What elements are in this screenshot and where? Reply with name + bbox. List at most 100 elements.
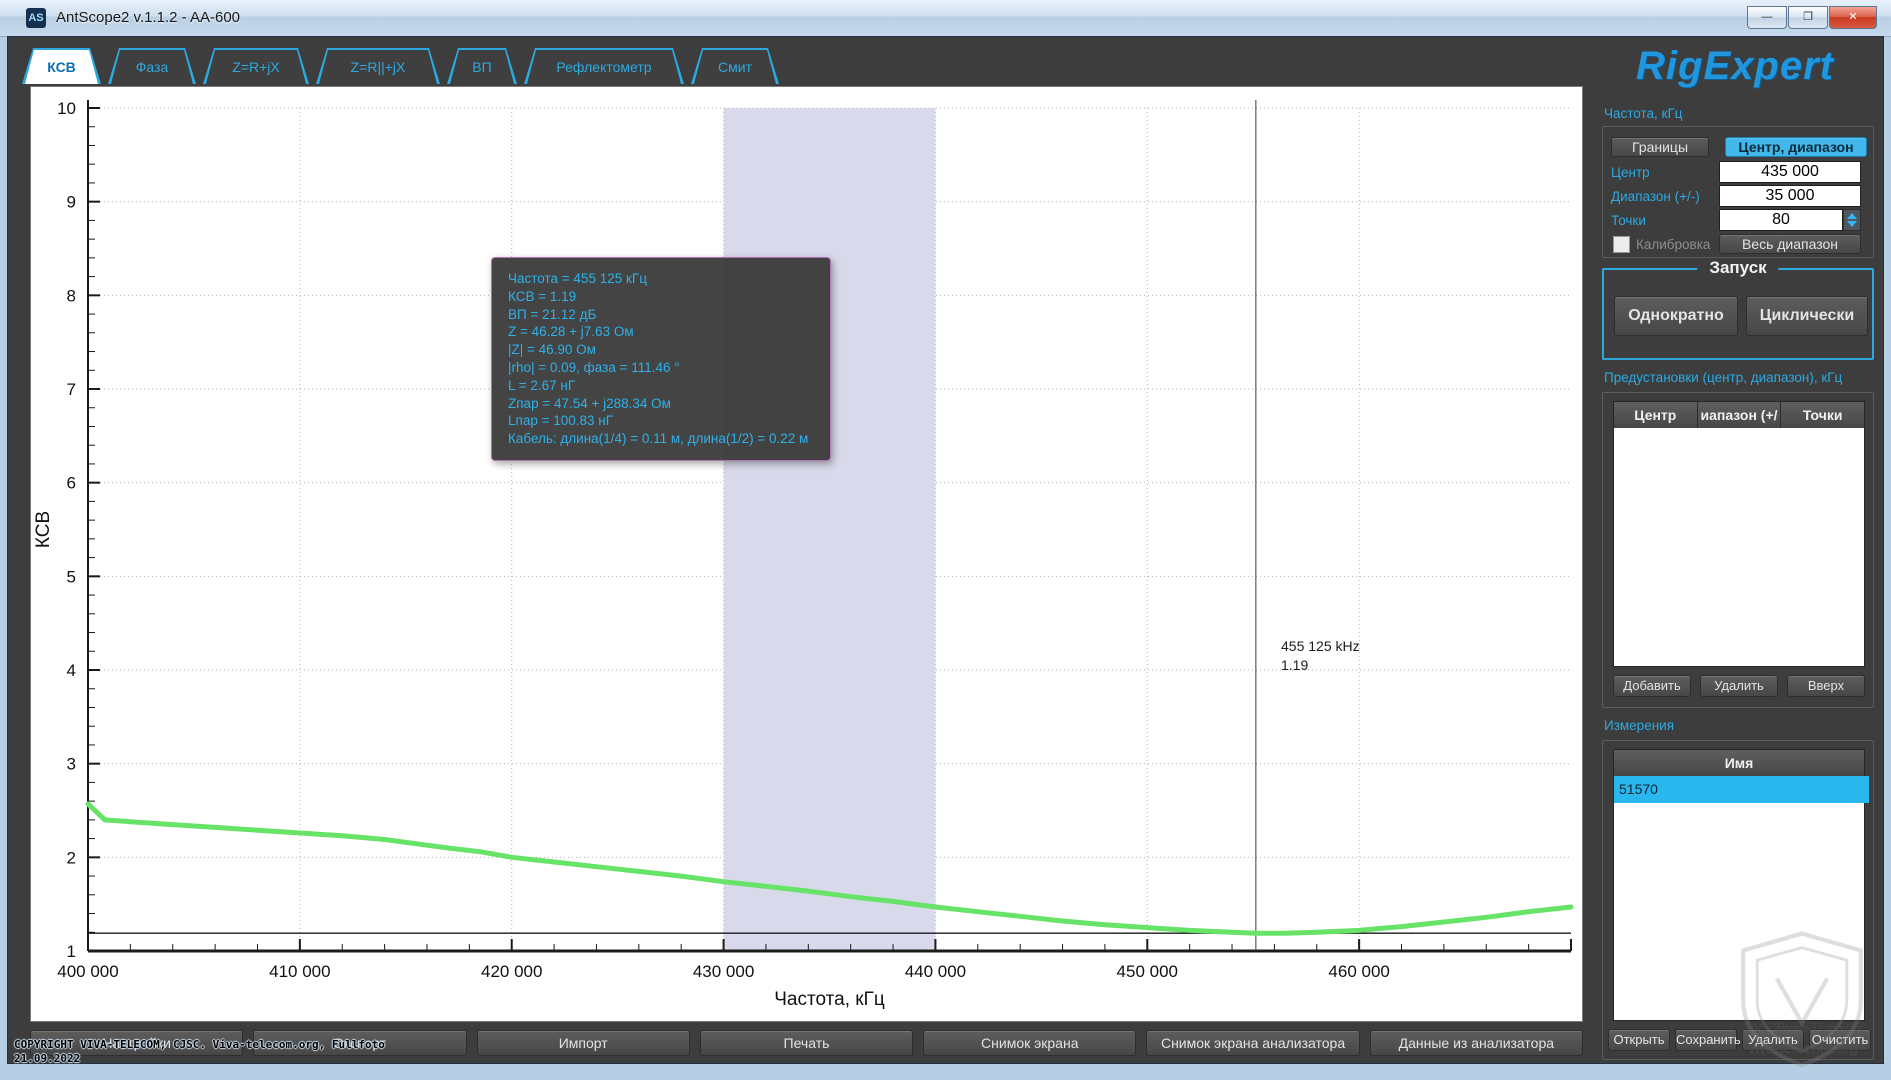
svg-text:430 000: 430 000 — [693, 962, 754, 981]
stepper-up-icon[interactable] — [1847, 213, 1857, 219]
preset-add-button[interactable]: Добавить — [1613, 675, 1691, 697]
full-range-button[interactable]: Весь диапазон — [1719, 234, 1861, 254]
tooltip-line: Частота = 455 125 кГц — [508, 270, 814, 288]
tooltip-line: КСВ = 1.19 — [508, 288, 814, 306]
points-stepper[interactable] — [1843, 209, 1861, 231]
screenshot-button[interactable]: Снимок экрана — [923, 1030, 1136, 1056]
stepper-down-icon[interactable] — [1847, 221, 1857, 227]
center-input[interactable] — [1719, 161, 1861, 183]
tooltip-line: L = 2.67 нГ — [508, 377, 814, 395]
center-label: Центр — [1611, 165, 1650, 180]
measurement-open-button[interactable]: Открыть — [1608, 1029, 1670, 1051]
svg-text:400 000: 400 000 — [57, 962, 118, 981]
frequency-section-label: Частота, кГц — [1604, 106, 1683, 121]
tab-bar: КСВ Фаза Z=R+jX Z=R||+jX ВП Рефлектометр Смит — [22, 46, 779, 84]
tab-label: Z=R+jX — [206, 50, 306, 84]
launch-title: Запуск — [1697, 258, 1778, 278]
svg-text:5: 5 — [67, 567, 76, 586]
tab-label: КСВ — [25, 50, 98, 84]
cyclic-run-button[interactable]: Циклически — [1746, 296, 1868, 336]
calibration-label: Калибровка — [1636, 237, 1710, 252]
presets-col-header[interactable]: Центр — [1614, 402, 1698, 428]
tab-z-parallel[interactable]: Z=R||+jX — [316, 48, 440, 84]
mode-center-span-button[interactable]: Центр, диапазон — [1725, 137, 1867, 157]
tab-label: Фаза — [111, 50, 193, 84]
preset-delete-button[interactable]: Удалить — [1700, 675, 1778, 697]
tab-ksv[interactable]: КСВ — [22, 48, 101, 84]
measurement-clear-button[interactable]: Очистить — [1809, 1029, 1871, 1051]
presets-col-header[interactable]: иапазон (+/ — [1698, 402, 1782, 428]
minimize-button[interactable]: — — [1747, 6, 1787, 29]
control-panel: RigExpert Частота, кГц Границы Центр, ди… — [1598, 40, 1879, 1064]
app-icon: AS — [26, 8, 46, 28]
measurements-label: Измерения — [1604, 718, 1674, 733]
tab-reflectometer[interactable]: Рефлектометр — [524, 48, 684, 84]
chart-panel: 400 000410 000420 000430 000440 000450 0… — [30, 86, 1583, 1022]
tab-vp[interactable]: ВП — [447, 48, 517, 84]
measurement-save-button[interactable]: Сохранить — [1675, 1029, 1737, 1051]
frequency-groupbox: Границы Центр, диапазон Центр Диапазон (… — [1602, 126, 1874, 258]
svg-text:460 000: 460 000 — [1328, 962, 1389, 981]
tab-label: Смит — [694, 50, 776, 84]
measurements-header: Имя — [1614, 750, 1864, 776]
tooltip-line: ВП = 21.12 дБ — [508, 306, 814, 324]
tooltip-line: Lпар = 100.83 нГ — [508, 412, 814, 430]
title-bar: AS AntScope2 v.1.1.2 - AA-600 — ❐ ✕ — [0, 0, 1891, 37]
export-button[interactable]: Экспорт — [253, 1030, 466, 1056]
svg-text:10: 10 — [57, 99, 76, 118]
bottom-toolbar: Настройки Экспорт Импорт Печать Снимок экран… — [30, 1030, 1583, 1058]
svg-text:7: 7 — [67, 380, 76, 399]
tooltip-line: |rho| = 0.09, фаза = 111.46 ° — [508, 359, 814, 377]
settings-button[interactable]: Настройки — [30, 1030, 243, 1056]
measurements-groupbox: Имя 51570 ОткрытьСохранитьУдалитьОчистит… — [1602, 740, 1874, 1060]
tooltip-line: |Z| = 46.90 Ом — [508, 341, 814, 359]
svg-text:410 000: 410 000 — [269, 962, 330, 981]
svg-text:9: 9 — [67, 193, 76, 212]
points-input[interactable] — [1719, 209, 1843, 231]
launch-groupbox: Запуск Однократно Циклически — [1602, 268, 1874, 360]
marker-label: 455 125 kHz 1.19 — [1281, 637, 1360, 675]
presets-table[interactable]: Центриапазон (+/Точки — [1613, 401, 1865, 667]
points-label: Точки — [1611, 213, 1646, 228]
cursor-tooltip: Частота = 455 125 кГцКСВ = 1.19ВП = 21.1… — [491, 257, 831, 461]
window-controls: — ❐ ✕ — [1746, 6, 1877, 29]
presets-col-header[interactable]: Точки — [1781, 402, 1864, 428]
tooltip-line: Кабель: длина(1/4) = 0.11 м, длина(1/2) … — [508, 430, 814, 448]
close-button[interactable]: ✕ — [1829, 6, 1877, 29]
svg-text:420 000: 420 000 — [481, 962, 542, 981]
svg-text:2: 2 — [67, 848, 76, 867]
svg-text:6: 6 — [67, 474, 76, 493]
svg-text:4: 4 — [67, 661, 76, 680]
print-button[interactable]: Печать — [700, 1030, 913, 1056]
measurement-delete-button[interactable]: Удалить — [1742, 1029, 1804, 1051]
measurements-table[interactable]: Имя 51570 — [1613, 749, 1865, 1021]
svg-text:3: 3 — [67, 755, 76, 774]
marker-frequency: 455 125 kHz — [1281, 637, 1360, 656]
svg-text:440 000: 440 000 — [905, 962, 966, 981]
tab-smith[interactable]: Смит — [691, 48, 779, 84]
tab-label: Рефлектометр — [527, 50, 681, 84]
tab-faza[interactable]: Фаза — [108, 48, 196, 84]
tab-z-series[interactable]: Z=R+jX — [203, 48, 309, 84]
preset-up-button[interactable]: Вверх — [1787, 675, 1865, 697]
window-title: AntScope2 v.1.1.2 - AA-600 — [56, 0, 240, 36]
measurement-row-selected[interactable]: 51570 — [1614, 776, 1869, 803]
tooltip-line: Zпар = 47.54 + j288.34 Ом — [508, 395, 814, 413]
svg-text:Частота, кГц: Частота, кГц — [774, 989, 885, 1010]
analyzer-data-button[interactable]: Данные из анализатора — [1370, 1030, 1583, 1056]
single-run-button[interactable]: Однократно — [1614, 296, 1738, 336]
presets-groupbox: Центриапазон (+/Точки Добавить Удалить Вве… — [1602, 392, 1874, 708]
import-button[interactable]: Импорт — [477, 1030, 690, 1056]
svg-text:8: 8 — [67, 286, 76, 305]
range-input[interactable] — [1719, 185, 1861, 207]
analyzer-screenshot-button[interactable]: Снимок экрана анализатора — [1146, 1030, 1359, 1056]
presets-label: Предустановки (центр, диапазон), кГц — [1604, 370, 1842, 385]
marker-swr: 1.19 — [1281, 656, 1360, 675]
mode-bounds-button[interactable]: Границы — [1611, 137, 1709, 157]
rigexpert-logo: RigExpert — [1598, 44, 1872, 89]
maximize-button[interactable]: ❐ — [1788, 6, 1828, 29]
swr-plot[interactable]: 400 000410 000420 000430 000440 000450 0… — [31, 87, 1582, 1021]
calibration-checkbox[interactable] — [1613, 236, 1630, 253]
tab-label: Z=R||+jX — [319, 50, 437, 84]
range-label: Диапазон (+/-) — [1611, 189, 1700, 204]
